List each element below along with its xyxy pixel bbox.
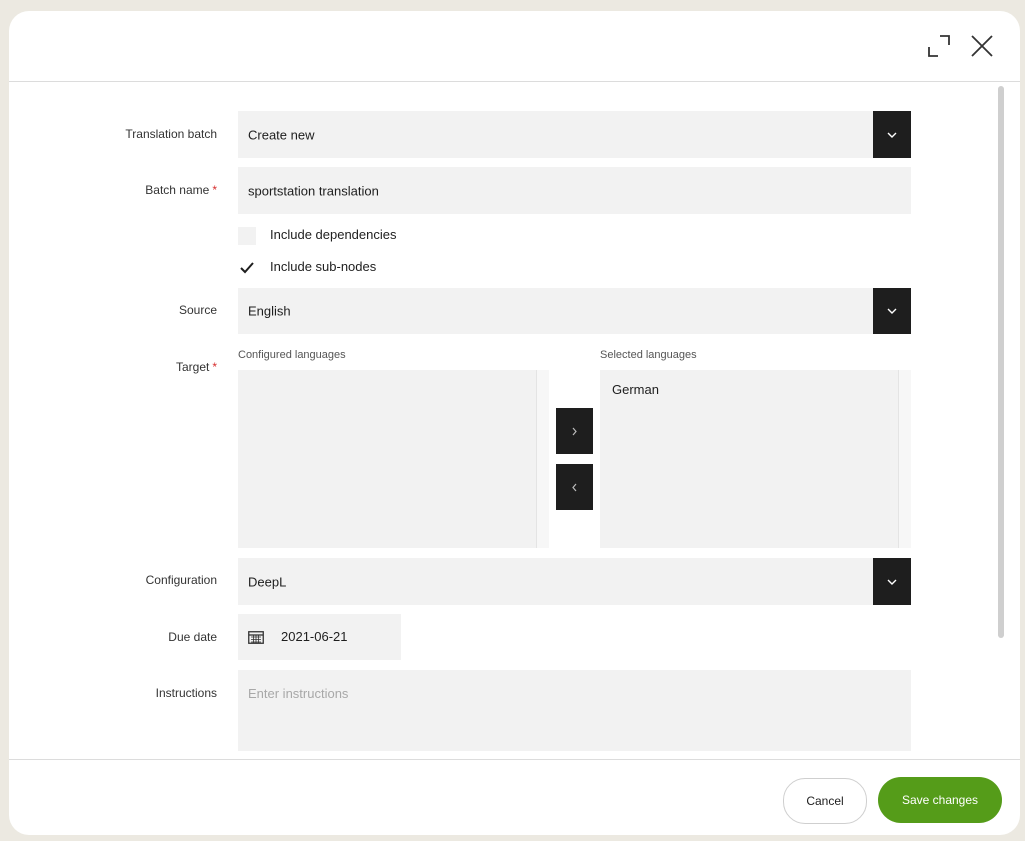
source-label: Source: [9, 303, 217, 317]
chevron-down-icon: [887, 308, 897, 314]
instructions-label-text: Instructions: [155, 686, 217, 700]
batch-name-label: Batch name *: [9, 183, 217, 197]
maximize-icon[interactable]: [924, 31, 954, 61]
translation-batch-label: Translation batch: [9, 127, 217, 141]
scrollbar-thumb[interactable]: [998, 86, 1004, 638]
target-label: Target *: [9, 360, 217, 374]
configuration-label-text: Configuration: [145, 573, 217, 587]
close-icon[interactable]: [967, 31, 997, 61]
configured-languages-label: Configured languages: [238, 349, 346, 361]
configuration-label: Configuration: [9, 573, 217, 587]
translation-batch-label-text: Translation batch: [125, 127, 217, 141]
batch-name-input[interactable]: sportstation translation: [238, 167, 911, 214]
dialog-header: [9, 11, 1020, 82]
chevron-down-icon: [887, 132, 897, 138]
instructions-placeholder: Enter instructions: [248, 686, 349, 701]
dialog-scrollbar[interactable]: [995, 82, 1009, 758]
due-date-value: 2021-06-21: [281, 629, 348, 644]
include-dependencies-label: Include dependencies: [270, 227, 397, 242]
chevron-left-icon: [572, 483, 577, 492]
checkbox-box[interactable]: [238, 259, 256, 277]
translation-dialog: Translation batch Create new Batch name *…: [9, 11, 1020, 835]
configured-languages-list[interactable]: [238, 370, 549, 548]
selected-languages-label: Selected languages: [600, 349, 697, 361]
calendar-icon[interactable]: [248, 630, 264, 644]
required-mark: *: [212, 360, 217, 374]
target-label-text: Target: [175, 360, 210, 374]
instructions-label: Instructions: [9, 686, 217, 700]
list-item[interactable]: German: [612, 382, 659, 397]
source-select[interactable]: English: [238, 288, 911, 334]
save-changes-button[interactable]: Save changes: [878, 777, 1002, 823]
translation-batch-value: Create new: [248, 127, 315, 142]
translation-batch-dropdown-button[interactable]: [873, 111, 911, 158]
due-date-label: Due date: [9, 630, 217, 644]
configuration-value: DeepL: [248, 574, 287, 589]
batch-name-value: sportstation translation: [248, 183, 379, 198]
translation-batch-select[interactable]: Create new: [238, 111, 911, 158]
selected-languages-list[interactable]: German: [600, 370, 911, 548]
batch-name-label-text: Batch name: [145, 183, 210, 197]
configuration-dropdown-button[interactable]: [873, 558, 911, 605]
chevron-down-icon: [887, 579, 897, 585]
due-date-input[interactable]: 2021-06-21: [238, 614, 401, 660]
instructions-textarea[interactable]: Enter instructions: [238, 670, 911, 751]
source-label-text: Source: [178, 303, 217, 317]
move-left-button[interactable]: [556, 464, 593, 510]
include-subnodes-label: Include sub-nodes: [270, 259, 377, 274]
chevron-right-icon: [572, 427, 577, 436]
selected-list-scrollbar[interactable]: [898, 370, 911, 548]
checkmark-icon: [240, 262, 254, 274]
cancel-button[interactable]: Cancel: [783, 778, 867, 824]
checkbox-box[interactable]: [238, 227, 256, 245]
move-right-button[interactable]: [556, 408, 593, 454]
source-dropdown-button[interactable]: [873, 288, 911, 334]
required-mark: *: [212, 183, 217, 197]
due-date-label-text: Due date: [168, 630, 217, 644]
source-value: English: [248, 303, 291, 319]
dialog-footer: Cancel Save changes: [9, 759, 1020, 835]
configured-list-scrollbar[interactable]: [536, 370, 549, 548]
configuration-select[interactable]: DeepL: [238, 558, 911, 605]
